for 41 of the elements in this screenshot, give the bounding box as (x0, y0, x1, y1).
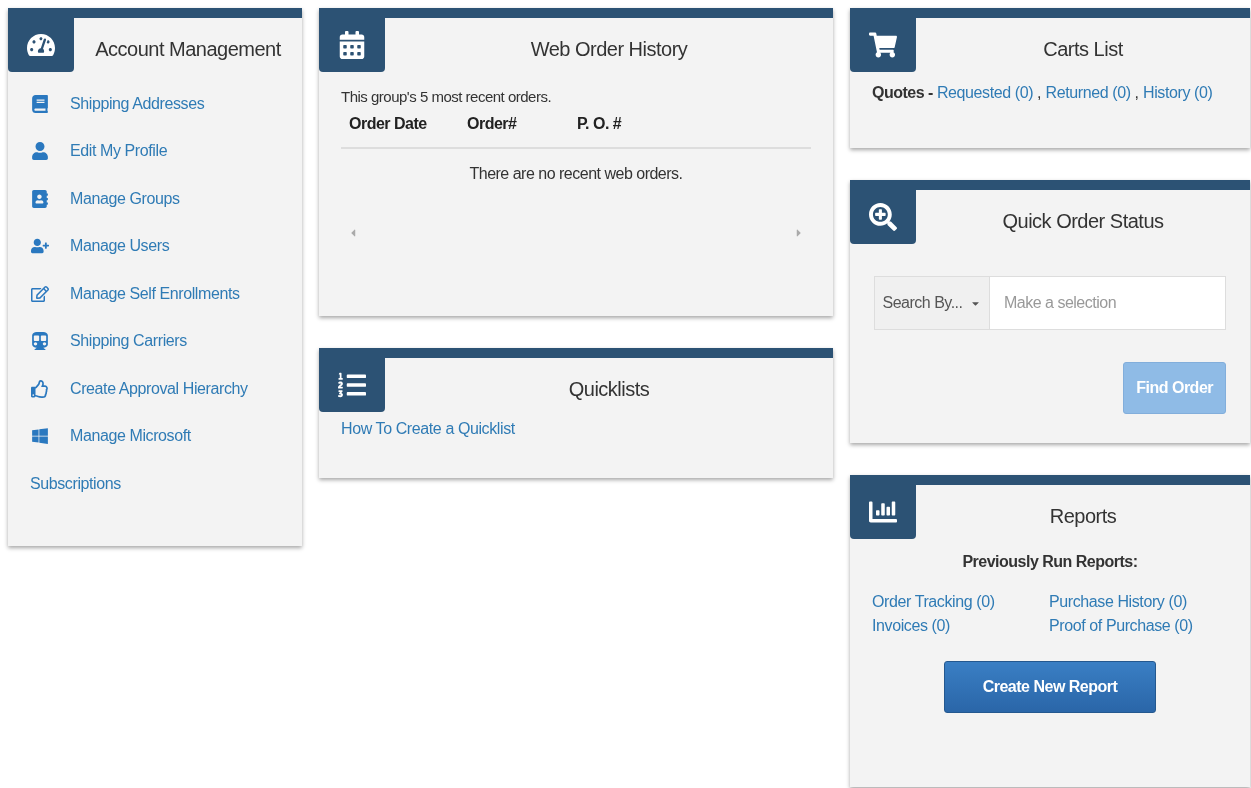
quotes-link[interactable]: History (0) (1143, 84, 1213, 102)
thumbs-up-icon (30, 379, 50, 398)
column-header: Order Date (349, 115, 428, 133)
separator-text: , (1134, 84, 1140, 102)
nav-link[interactable]: Manage Microsoft (70, 427, 191, 446)
panel-title: Web Order History (529, 37, 689, 61)
reports-subtitle: Previously Run Reports: (961, 553, 1139, 571)
nav-link[interactable]: Manage Self Enrollments (70, 284, 240, 303)
quotes-link[interactable]: Requested (0) (936, 84, 1034, 102)
report-link[interactable]: Order Tracking (0) (872, 593, 1049, 611)
panel-title: Quick Order Status (1001, 209, 1165, 233)
panel-title: Quicklists (567, 377, 651, 401)
panel-title: Reports (1048, 504, 1118, 528)
nav-link[interactable]: Shipping Carriers (70, 332, 187, 351)
panel-title: Carts List (1042, 37, 1124, 61)
column-header: Order# (467, 115, 518, 133)
panel-title: Account Management (94, 37, 282, 61)
book-icon (30, 94, 50, 113)
nav-link[interactable]: Manage Users (70, 237, 170, 256)
quotes-label: Quotes - (872, 84, 933, 102)
separator-text: , (1037, 84, 1042, 102)
train-icon (30, 332, 50, 351)
nav-link[interactable]: Manage Groups (70, 189, 180, 208)
help-link[interactable]: How To Create a Quicklist (341, 420, 811, 438)
nav-link[interactable]: Edit My Profile (70, 142, 168, 161)
nav-link[interactable]: Create Approval Hierarchy (70, 379, 248, 398)
edit-icon (30, 284, 50, 303)
user-plus-icon (30, 237, 50, 256)
empty-message: There are no recent web orders. (468, 164, 684, 184)
nav-link[interactable]: Subscriptions (30, 474, 121, 493)
report-link[interactable]: Invoices (0) (872, 617, 1049, 635)
create-report-button[interactable]: Create New Report (943, 661, 1157, 713)
report-link[interactable]: Proof of Purchase (0) (1049, 617, 1228, 635)
contact-card-icon (30, 189, 50, 208)
quotes-link[interactable]: Returned (0) (1045, 84, 1131, 102)
column-header: P. O. # (577, 115, 623, 133)
note-text: This group's 5 most recent orders. (341, 88, 553, 105)
nav-link[interactable]: Shipping Addresses (70, 94, 205, 113)
report-link[interactable]: Purchase History (0) (1049, 593, 1228, 611)
user-icon (30, 142, 50, 161)
four-panes-icon (30, 427, 50, 446)
